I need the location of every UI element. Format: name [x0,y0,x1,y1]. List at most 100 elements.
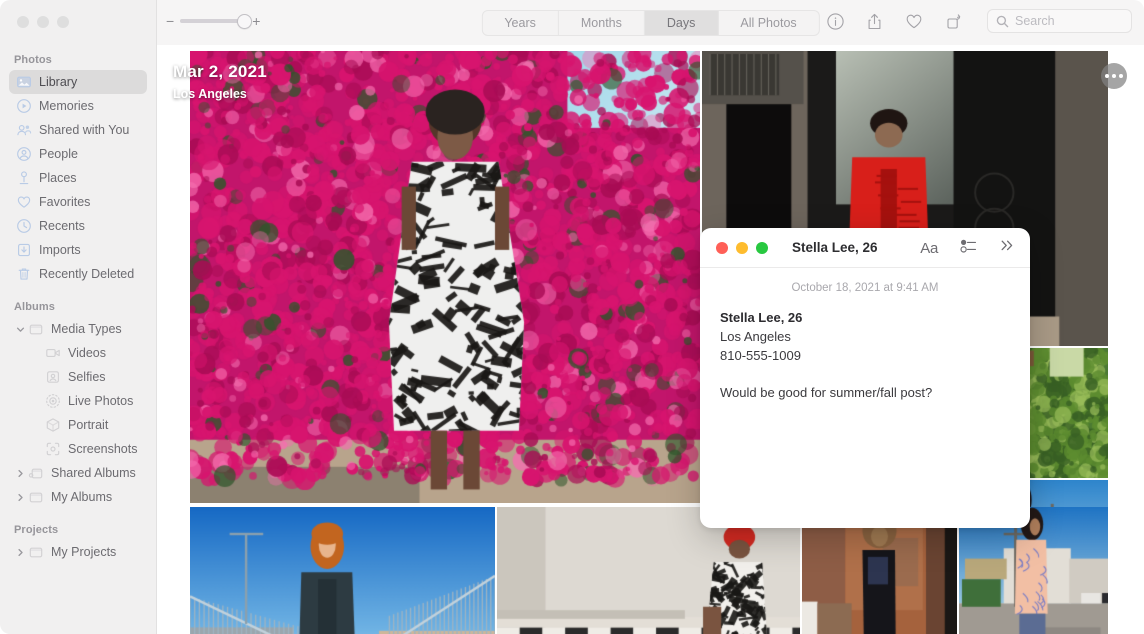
notes-line: Stella Lee, 26 [720,310,803,325]
notes-titlebar: Stella Lee, 26 Aa [700,228,1030,268]
tab-days[interactable]: Days [644,11,719,35]
zoom-button[interactable] [57,16,69,28]
close-button[interactable] [17,16,29,28]
photo-thumbnail [190,507,495,634]
window-traffic-lights [17,16,69,28]
sidebar-item-recents[interactable]: Recents [9,214,147,238]
sidebar-item-label: Library [39,75,78,89]
sidebar-section-gap [0,286,156,295]
photos-library-icon [15,75,32,90]
sidebar-item-label: Videos [68,346,106,360]
sidebar-item-imports[interactable]: Imports [9,238,147,262]
sidebar-item-label: Portrait [68,418,109,432]
tab-years[interactable]: Years [482,11,559,35]
zoom-slider-control[interactable]: − + [166,14,260,29]
shared-folder-icon [27,466,44,481]
tab-months[interactable]: Months [559,11,645,35]
zoom-slider-knob[interactable] [237,14,253,29]
import-arrow-icon [15,243,32,258]
notes-text-content[interactable]: Stella Lee, 26 Los Angeles 810-555-1009 Wou… [720,308,1010,402]
zoom-in-button[interactable]: + [252,14,260,28]
sidebar-item-screenshots[interactable]: Screenshots [9,437,147,461]
sidebar-item-shared-with-you[interactable]: Shared with You [9,118,147,142]
expand-chevrons-icon[interactable] [999,238,1016,258]
heart-icon [15,195,32,210]
sidebar-item-library[interactable]: Library [9,70,147,94]
ellipsis-dot-icon [1105,74,1109,78]
folder-icon [27,545,44,560]
notes-body[interactable]: October 18, 2021 at 9:41 AM Stella Lee, … [700,268,1030,402]
sidebar-item-favorites[interactable]: Favorites [9,190,147,214]
sidebar-item-label: Media Types [51,322,122,336]
format-aa-icon[interactable]: Aa [920,240,938,257]
sidebar-item-my-albums[interactable]: My Albums [9,485,147,509]
photo-bridge-portrait[interactable] [190,507,495,634]
sidebar-item-label: Favorites [39,195,91,209]
sidebar-item-media-types[interactable]: Media Types [9,317,147,341]
notes-close-button[interactable] [716,241,728,254]
rotate-icon[interactable] [944,12,963,31]
live-photo-icon [44,394,61,409]
zoom-out-button[interactable]: − [166,14,174,28]
sidebar-item-label: Recently Deleted [39,267,135,281]
sidebar-item-people[interactable]: People [9,142,147,166]
notes-timestamp: October 18, 2021 at 9:41 AM [791,282,939,294]
sidebar-item-live-photos[interactable]: Live Photos [9,389,147,413]
search-icon [996,15,1009,28]
sidebar-item-label: Memories [39,99,94,113]
trash-icon [15,267,32,282]
memories-icon [15,99,32,114]
sidebar-item-shared-albums[interactable]: Shared Albums [9,461,147,485]
info-icon[interactable] [826,12,845,31]
minimize-button[interactable] [37,16,49,28]
toolbar: − + Years Months Days All Photos Search [157,0,1144,45]
sidebar-item-portrait[interactable]: Portrait [9,413,147,437]
folder-icon [27,490,44,505]
chevron-right-icon[interactable] [15,493,26,502]
sidebar-item-videos[interactable]: Videos [9,341,147,365]
sidebar-item-label: Selfies [68,370,106,384]
search-input[interactable]: Search [987,9,1132,33]
photos-app-window: Photos Library Memories Shared with You Peop… [0,0,1144,634]
notes-popup-window[interactable]: Stella Lee, 26 Aa October 18, 2021 at 9:… [700,228,1030,528]
tab-all-photos[interactable]: All Photos [718,11,818,35]
notes-minimize-button[interactable] [736,241,748,254]
sidebar-item-label: Recents [39,219,85,233]
sidebar-section-title-projects: Projects [14,524,59,536]
clock-icon [15,219,32,234]
zoom-slider-track[interactable] [180,14,253,29]
ellipsis-dot-icon [1112,74,1116,78]
sidebar-section-title-albums: Albums [14,301,55,313]
view-mode-segmented-control[interactable]: Years Months Days All Photos [481,10,820,36]
chevron-right-icon[interactable] [15,469,26,478]
chevron-right-icon[interactable] [15,548,26,557]
sidebar-item-places[interactable]: Places [9,166,147,190]
checklist-icon[interactable] [960,238,977,259]
sidebar-list[interactable]: Photos Library Memories Shared with You Peop… [0,48,156,634]
notes-line: Would be good for summer/fall post? [720,385,933,400]
sidebar: Photos Library Memories Shared with You Peop… [0,0,157,634]
share-icon[interactable] [865,12,884,31]
photo-bougainvillea-portrait[interactable] [190,51,700,503]
shared-with-you-icon [15,123,32,138]
selfie-icon [44,370,61,385]
sidebar-section-gap [0,509,156,518]
heart-icon[interactable] [904,12,924,31]
sidebar-item-label: People [39,147,78,161]
chevron-down-icon[interactable] [15,325,26,334]
sidebar-item-my-projects[interactable]: My Projects [9,540,147,564]
sidebar-item-recently-deleted[interactable]: Recently Deleted [9,262,147,286]
folder-icon [27,322,44,337]
notes-toolbar: Aa [920,228,1016,268]
screenshot-icon [44,442,61,457]
more-options-button[interactable] [1101,63,1127,89]
sidebar-item-label: My Albums [51,490,113,504]
sidebar-item-label: Live Photos [68,394,134,408]
notes-zoom-button[interactable] [756,241,768,254]
sidebar-item-label: Screenshots [68,442,138,456]
toolbar-actions: Search [826,9,1132,33]
sidebar-item-memories[interactable]: Memories [9,94,147,118]
sidebar-item-label: Places [39,171,77,185]
sidebar-item-label: Imports [39,243,81,257]
sidebar-item-selfies[interactable]: Selfies [9,365,147,389]
